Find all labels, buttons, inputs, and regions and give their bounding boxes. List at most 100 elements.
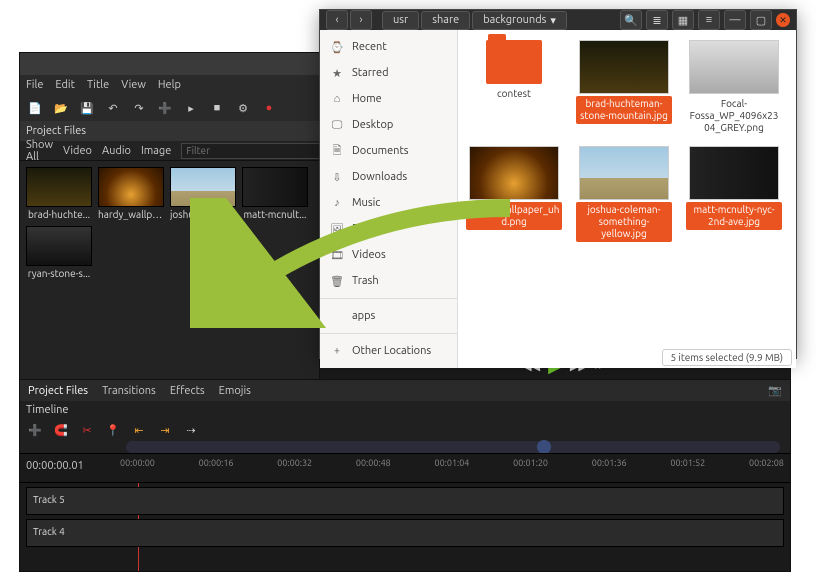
timeline-zoom-handle[interactable] <box>537 440 551 454</box>
save-file-icon[interactable]: 💾 <box>78 99 96 117</box>
file-item[interactable]: hardy_wallpaper_uhd.png <box>466 146 562 242</box>
thumbnail-label: hardy_wallpa... <box>98 209 164 220</box>
sidebar-label: Documents <box>352 145 409 157</box>
menu-edit[interactable]: Edit <box>55 79 75 91</box>
file-label: contest <box>466 86 562 102</box>
sidebar-label: Home <box>352 93 382 105</box>
thumbnail-label: ryan-stone-s... <box>26 268 92 279</box>
project-file-item[interactable]: joshua-colem... <box>170 167 236 220</box>
search-icon[interactable]: 🔍 <box>620 10 642 30</box>
project-files-filter-bar: Show All Video Audio Image <box>20 141 319 161</box>
nav-back-button[interactable]: ‹ <box>326 10 348 30</box>
timeline-area: Timeline ➕🧲✂📍⇤⇥⇢ 00:00:00.01 00:00:0000:… <box>20 401 790 571</box>
file-item[interactable]: brad-huchteman-stone-mountain.jpg <box>576 40 672 136</box>
file-manager-window: ‹ › usrsharebackgrounds ▾ 🔍 ≣ ▦ ≡ — ▢ ✕ … <box>319 9 797 359</box>
menu-title[interactable]: Title <box>87 79 109 91</box>
sidebar-item-music[interactable]: ♪Music <box>320 190 457 216</box>
window-close-button[interactable]: ✕ <box>776 13 790 27</box>
menu-help[interactable]: Help <box>158 79 181 91</box>
next-marker-icon[interactable]: ⇥ <box>156 421 174 439</box>
track-label: Track 5 <box>33 494 65 505</box>
filter-image[interactable]: Image <box>141 145 171 157</box>
sidebar-item-recent[interactable]: ⌚Recent <box>320 34 457 60</box>
timeline-zoom-bar[interactable] <box>126 441 780 453</box>
project-file-item[interactable]: matt-mcnult... <box>242 167 308 220</box>
window-maximize-button[interactable]: ▢ <box>750 10 772 30</box>
filter-video[interactable]: Video <box>63 145 92 157</box>
sidebar-item-home[interactable]: ⌂Home <box>320 86 457 112</box>
sidebar-item-desktop[interactable]: 🖵Desktop <box>320 112 457 138</box>
sidebar-item-apps[interactable]: apps <box>320 303 457 329</box>
sidebar-item-pictures[interactable]: 🖼 Pictures <box>320 216 457 242</box>
file-label: Focal-Fossa_WP_4096x2304_GREY.png <box>686 96 782 136</box>
redo-icon[interactable]: ↷ <box>130 99 148 117</box>
file-label: brad-huchteman-stone-mountain.jpg <box>576 96 672 124</box>
sidebar-item-downloads[interactable]: ⇩Downloads <box>320 164 457 190</box>
sidebar-item-videos[interactable]: 🎞Videos <box>320 242 457 268</box>
new-file-icon[interactable]: 📄 <box>26 99 44 117</box>
project-file-item[interactable]: brad-huchte... <box>26 167 92 220</box>
timeline-current-time: 00:00:00.01 <box>26 460 84 472</box>
sidebar-icon: ★ <box>330 67 344 80</box>
add-marker-icon[interactable]: ➕ <box>156 99 174 117</box>
breadcrumb-item[interactable]: share <box>421 11 470 30</box>
menu-file[interactable]: File <box>26 79 43 91</box>
thumbnail-image <box>98 167 164 207</box>
file-item[interactable]: contest <box>466 40 562 136</box>
timeline-ruler[interactable]: 00:00:00.01 00:00:0000:00:1600:00:3200:0… <box>20 453 790 483</box>
sidebar-label: Trash <box>352 275 379 287</box>
undo-icon[interactable]: ↶ <box>104 99 122 117</box>
timeline-track[interactable]: Track 5 <box>26 487 784 515</box>
sidebar-item-trash[interactable]: 🗑Trash <box>320 268 457 294</box>
tab-project-files[interactable]: Project Files <box>28 385 88 397</box>
snap-icon[interactable]: 🧲 <box>52 421 70 439</box>
tab-emojis[interactable]: Emojis <box>219 385 251 397</box>
play-small-icon[interactable]: ▸ <box>182 99 200 117</box>
project-files-thumbnails[interactable]: brad-huchte... hardy_wallpa... joshua-cole… <box>20 161 319 379</box>
file-thumbnail <box>689 146 779 200</box>
project-file-item[interactable]: hardy_wallpa... <box>98 167 164 220</box>
prev-marker-icon[interactable]: ⇤ <box>130 421 148 439</box>
hamburger-menu-icon[interactable]: ≡ <box>698 10 720 30</box>
sidebar-label: Pictures <box>352 223 392 235</box>
stop-small-icon[interactable]: ■ <box>208 99 226 117</box>
tab-effects[interactable]: Effects <box>170 385 205 397</box>
file-item[interactable]: Focal-Fossa_WP_4096x2304_GREY.png <box>686 40 782 136</box>
nav-forward-button[interactable]: › <box>350 10 372 30</box>
add-track-icon[interactable]: ➕ <box>26 421 44 439</box>
view-icons-icon[interactable]: ▦ <box>672 10 694 30</box>
filter-show-all[interactable]: Show All <box>26 139 53 163</box>
tab-transitions[interactable]: Transitions <box>102 385 156 397</box>
timeline-tracks[interactable]: Track 5 Track 4 <box>20 483 790 571</box>
record-icon[interactable]: ● <box>260 99 278 117</box>
window-minimize-button[interactable]: — <box>724 10 746 30</box>
file-item[interactable]: matt-mcnulty-nyc-2nd-ave.jpg <box>686 146 782 242</box>
sidebar-label: Videos <box>352 249 386 261</box>
markers-icon[interactable]: 📍 <box>104 421 122 439</box>
sidebar-label: Music <box>352 197 380 209</box>
settings-small-icon[interactable]: ⚙ <box>234 99 252 117</box>
open-file-icon[interactable]: 📂 <box>52 99 70 117</box>
file-item[interactable]: joshua-coleman-something-yellow.jpg <box>576 146 672 242</box>
thumbnail-label: brad-huchte... <box>26 209 92 220</box>
view-list-icon[interactable]: ≣ <box>646 10 668 30</box>
menu-view[interactable]: View <box>121 79 146 91</box>
snapshot-icon[interactable]: 📷 <box>768 384 782 397</box>
breadcrumb-item[interactable]: backgrounds ▾ <box>472 11 567 30</box>
filter-audio[interactable]: Audio <box>102 145 131 157</box>
breadcrumb-item[interactable]: usr <box>382 11 419 30</box>
razor-icon[interactable]: ✂ <box>78 421 96 439</box>
center-playhead-icon[interactable]: ⇢ <box>182 421 200 439</box>
filter-input[interactable] <box>181 143 320 159</box>
project-file-item[interactable]: ryan-stone-s... <box>26 226 92 279</box>
sidebar-icon: + <box>330 345 344 357</box>
sidebar-item-documents[interactable]: 🗎Documents <box>320 138 457 164</box>
timeline-track[interactable]: Track 4 <box>26 519 784 547</box>
file-manager-main[interactable]: contest brad-huchteman-stone-mountain.jpg… <box>458 30 796 368</box>
ruler-tick: 00:00:48 <box>356 458 391 468</box>
sidebar-item-starred[interactable]: ★Starred <box>320 60 457 86</box>
sidebar-item-other-locations[interactable]: +Other Locations <box>320 338 457 364</box>
sidebar-icon: 🖼 <box>330 223 344 236</box>
breadcrumbs: usrsharebackgrounds ▾ <box>382 11 569 30</box>
file-manager-titlebar: ‹ › usrsharebackgrounds ▾ 🔍 ≣ ▦ ≡ — ▢ ✕ <box>320 10 796 30</box>
